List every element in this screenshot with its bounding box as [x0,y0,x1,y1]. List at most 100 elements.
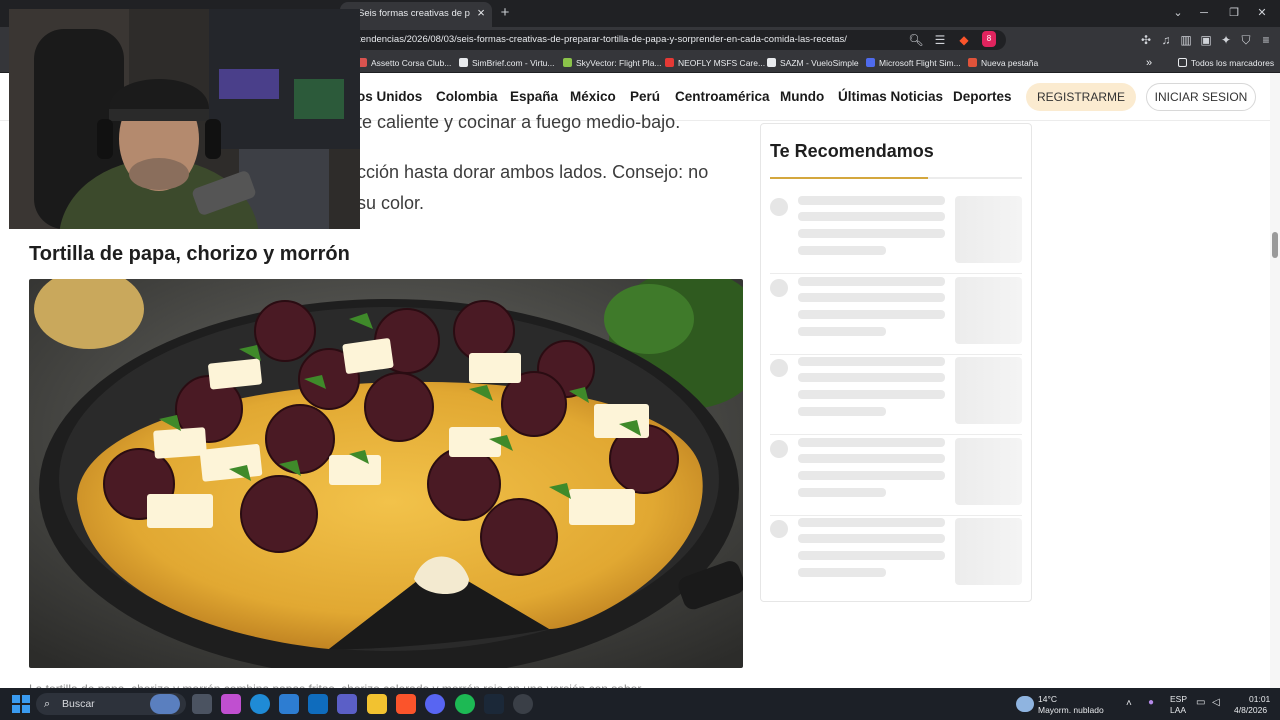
article-text-line: cción hasta dorar ambos lados. Consejo: … [357,162,709,182]
brave-shields-icon[interactable]: ◆ [956,31,972,49]
placeholder-line [798,229,945,238]
taskbar-search-label[interactable]: Buscar [62,698,95,710]
article-text-line: su color. [357,193,425,213]
restore-button[interactable]: ❐ [1224,4,1244,22]
tab-close-button[interactable]: × [474,5,488,21]
register-button[interactable]: REGISTRARME [1026,83,1136,111]
microphone-icon[interactable]: ● [1148,697,1154,708]
discord-icon[interactable] [425,694,445,714]
nav-item-deportes[interactable]: Deportes [953,89,1012,105]
article-subheading: Tortilla de papa, chorizo y morrón [29,243,350,265]
bookmark-item[interactable]: SimBrief.com - Virtu... [459,56,555,70]
vpn-shield-icon[interactable]: ⛉ [1238,31,1254,49]
brave-rewards-badge[interactable]: 8 [982,31,996,47]
brave-icon[interactable] [396,694,416,714]
media-icon[interactable]: ♫ [1158,31,1174,49]
reader-mode-icon[interactable]: ☰ [932,31,948,49]
recommendation-placeholder [770,518,1022,596]
recommendation-placeholder [770,277,1022,355]
placeholder-line [798,534,945,543]
keyboard-layout-indicator[interactable]: LAA [1170,705,1186,715]
search-icon: ⌕ [44,698,51,710]
teams-icon[interactable] [337,694,357,714]
placeholder-thumbnail [955,357,1022,424]
recommendation-placeholder [770,438,1022,516]
nav-item-colombia[interactable]: Colombia [436,89,498,105]
wallet-icon[interactable]: ▣ [1198,31,1214,49]
tab-search-dropdown-button[interactable]: ⌄ [1168,4,1188,22]
nav-item-espana[interactable]: España [510,89,558,105]
all-bookmarks-button[interactable]: Todos los marcadores [1178,56,1274,70]
tab-title[interactable]: Seis formas creativas de preparar [358,8,470,20]
volume-icon[interactable]: ◁ [1212,697,1220,708]
bookmark-favicon-icon [968,58,977,67]
search-highlight-icon[interactable] [150,694,180,714]
placeholder-line [798,277,945,286]
bookmark-favicon-icon [767,58,776,67]
copilot-icon[interactable] [221,694,241,714]
address-bar-url[interactable]: tendencias/2026/08/03/seis-formas-creati… [358,34,878,46]
menu-icon[interactable]: ≡ [1258,31,1274,49]
weather-description[interactable]: Mayorm. nublado [1038,705,1104,715]
page-scrollbar-thumb[interactable] [1272,232,1278,258]
placeholder-line [798,196,945,205]
recommendations-title: Te Recomendamos [770,141,934,161]
bookmark-favicon-icon [563,58,572,67]
new-tab-button[interactable]: + [498,4,512,22]
login-button[interactable]: INICIAR SESION [1146,83,1256,111]
nav-item-centroamerica[interactable]: Centroamérica [675,89,770,105]
placeholder-thumbnail [955,196,1022,263]
task-view-icon[interactable] [192,694,212,714]
placeholder-line [798,373,945,382]
clock-time[interactable]: 01:01 [1249,694,1270,704]
placeholder-line [798,357,945,366]
zoom-icon[interactable]: 🔍︎ [908,31,924,49]
edge-icon[interactable] [250,694,270,714]
language-indicator[interactable]: ESP [1170,694,1187,704]
steam-icon[interactable] [484,694,504,714]
webcam-overlay [9,9,360,229]
nav-item-peru[interactable]: Perú [630,89,660,105]
placeholder-line [798,390,945,399]
windows-start-icon[interactable] [12,695,30,713]
bookmark-item[interactable]: Microsoft Flight Sim... [866,56,961,70]
bookmark-item[interactable]: Assetto Corsa Club... [358,56,451,70]
file-explorer-icon[interactable] [367,694,387,714]
placeholder-avatar [770,440,788,458]
leo-ai-icon[interactable]: ✦ [1218,31,1234,49]
nav-item-estados-unidos[interactable]: os Unidos [357,89,422,105]
placeholder-thumbnail [955,438,1022,505]
placeholder-line [798,488,886,497]
nav-item-ultimas-noticias[interactable]: Últimas Noticias [838,89,943,105]
placeholder-line [798,310,945,319]
sidebar-toggle-icon[interactable]: ▥ [1178,31,1194,49]
spotify-icon[interactable] [455,694,475,714]
tray-chevron-icon[interactable]: ˄ [1126,698,1132,709]
store-icon[interactable] [279,694,299,714]
folder-icon [1178,58,1187,67]
placeholder-line [798,246,886,255]
network-icon[interactable]: ▭ [1196,697,1205,708]
minimize-button[interactable]: ─ [1194,4,1214,22]
bookmark-item[interactable]: SAZM - VueloSimple [767,56,859,70]
placeholder-avatar [770,198,788,216]
placeholder-thumbnail [955,277,1022,344]
nav-item-mundo[interactable]: Mundo [780,89,824,105]
page-scrollbar[interactable] [1270,73,1280,688]
weather-temperature[interactable]: 14°C [1038,694,1057,704]
placeholder-line [798,551,945,560]
nav-item-mexico[interactable]: México [570,89,616,105]
bookmark-item[interactable]: NEOFLY MSFS Care... [665,56,765,70]
bookmarks-overflow-button[interactable]: » [1146,56,1152,70]
outlook-icon[interactable] [308,694,328,714]
placeholder-line [798,327,886,336]
settings-icon[interactable] [513,694,533,714]
extensions-icon[interactable]: ✣ [1138,31,1154,49]
weather-icon[interactable] [1016,696,1034,712]
clock-date[interactable]: 4/8/2026 [1234,705,1267,715]
placeholder-line [798,212,945,221]
recommendations-divider-accent [770,177,928,179]
close-window-button[interactable]: ✕ [1252,4,1272,22]
bookmark-item[interactable]: Nueva pestaña [968,56,1038,70]
bookmark-item[interactable]: SkyVector: Flight Pla... [563,56,662,70]
